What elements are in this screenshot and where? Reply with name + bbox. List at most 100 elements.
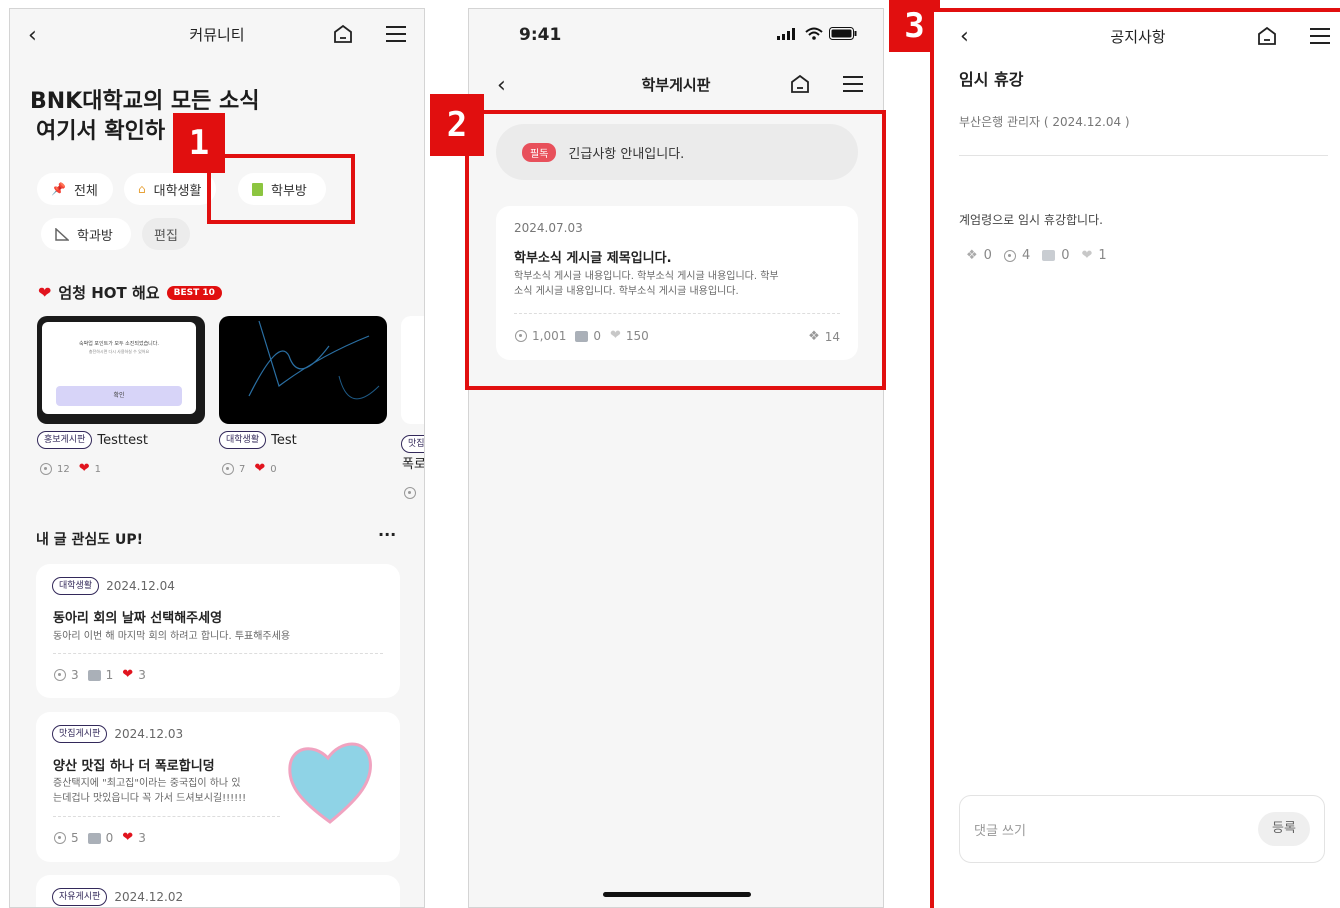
post-meta: 대학생활 2024.12.04: [52, 577, 175, 595]
chip-label: 전체: [73, 183, 98, 199]
like-count: 3: [138, 831, 146, 845]
view-count: 4: [1021, 248, 1031, 263]
post-date: 2024.12.03: [114, 727, 184, 741]
notice-title: 임시 휴강: [959, 70, 1024, 89]
highlight-box-2: [465, 110, 886, 390]
pin-icon: 📌: [51, 182, 66, 196]
signal-icon: [777, 28, 795, 40]
app-header: ‹ 커뮤니티: [10, 9, 424, 59]
headline-line2: 여기서 확인하: [36, 119, 166, 144]
thumb-text: 숙박업 포인트가 모두 소진되었습니다.: [79, 341, 159, 347]
board-tag: 맛집게시판: [52, 725, 108, 743]
like-count: 1: [94, 463, 102, 475]
heart-thumbnail-image: [288, 742, 372, 824]
chip-all[interactable]: 📌 전체: [37, 173, 113, 205]
hot-card-title: Testtest: [97, 432, 148, 448]
board-tag: 자유게시판: [52, 888, 108, 906]
header-title: 커뮤니티: [189, 26, 245, 44]
page-headline: BNK대학교의 모든 소식 여기서 확인하: [30, 87, 259, 147]
chip-edit[interactable]: 편집: [142, 218, 190, 250]
view-count: 5: [71, 831, 79, 845]
hot-card-thumbnail[interactable]: 숙박업 포인트가 모두 소진되었습니다. 충전하시면 다시 사용하실 수 있어요…: [37, 316, 205, 424]
interest-section-title: 내 글 관심도 UP!: [36, 532, 144, 548]
chip-label: 편집: [154, 228, 178, 244]
comment-count: 0: [1061, 248, 1070, 263]
chip-department-room[interactable]: 학과방: [41, 218, 131, 250]
chip-campus-life[interactable]: ⌂ 대학생활: [124, 173, 216, 205]
view-icon: [54, 669, 66, 681]
headline-line1: BNK대학교의 모든 소식: [30, 89, 260, 114]
view-icon: [222, 463, 234, 475]
post-body: 증산택지에 "최고집"이라는 중국집이 하나 있 는데겁나 맛있읍니다 꼭 가서…: [53, 776, 246, 806]
app-header: ‹ 공지사항: [934, 16, 1340, 66]
home-icon[interactable]: [789, 73, 811, 95]
step-badge-2: 2: [430, 94, 484, 156]
hot-title: 엄청 HOT 해요: [58, 284, 160, 302]
board-tag: 대학생활: [219, 431, 267, 449]
comment-icon: [1042, 250, 1056, 261]
divider: [959, 155, 1328, 156]
home-icon[interactable]: [1256, 25, 1278, 47]
hot-card-thumbnail[interactable]: [219, 316, 387, 424]
menu-icon[interactable]: [385, 24, 407, 44]
thumb-dialog: 숙박업 포인트가 모두 소진되었습니다. 충전하시면 다시 사용하실 수 있어요…: [42, 322, 196, 414]
board-tag: 맛집: [401, 435, 424, 453]
view-icon: [1003, 249, 1016, 262]
house-icon: ⌂: [138, 182, 146, 196]
submit-comment-button[interactable]: 등록: [1258, 812, 1310, 846]
hot-card-thumbnail[interactable]: [401, 316, 424, 424]
comment-icon: [87, 669, 101, 681]
post-date: 2024.12.02: [114, 890, 184, 904]
divider: [53, 816, 280, 817]
menu-icon[interactable]: [842, 74, 864, 94]
notice-stats: ❖ 0 4 0 ❤ 1: [966, 248, 1107, 263]
home-icon[interactable]: [332, 23, 354, 45]
hot-card-stats: 7 ❤ 0: [222, 461, 277, 476]
status-icons: [777, 27, 857, 40]
comment-count: 0: [105, 831, 114, 845]
highlight-box-1: [207, 154, 355, 224]
post-stats: 3 1 ❤ 3: [54, 668, 146, 682]
battery-icon: [829, 27, 857, 40]
comment-box: 댓글 쓰기 등록: [959, 795, 1325, 863]
header-title: 학부게시판: [641, 76, 711, 94]
like-icon: ❤: [78, 461, 90, 476]
post-body-line: 는데겁나 맛있읍니다 꼭 가서 드셔보시길!!!!!!: [53, 793, 247, 804]
notice-meta: 부산은행 관리자 ( 2024.12.04 ): [959, 115, 1130, 129]
attachment-count: 0: [983, 248, 992, 263]
more-button[interactable]: ···: [378, 525, 396, 544]
comment-input[interactable]: 댓글 쓰기: [974, 820, 1026, 839]
hot-card-title: Test: [271, 432, 297, 448]
like-icon: ❤: [254, 461, 266, 476]
hot-card-stats: [404, 484, 416, 503]
post-stats: 5 0 ❤ 3: [54, 831, 146, 845]
like-icon: ❤: [122, 830, 134, 845]
like-icon: ❤: [1081, 247, 1093, 263]
post-card[interactable]: 자유게시판 2024.12.02: [36, 875, 400, 907]
menu-icon[interactable]: [1309, 26, 1331, 46]
ruler-icon: [55, 227, 69, 241]
header-title: 공지사항: [1110, 28, 1166, 46]
paperclip-icon: ❖: [966, 248, 978, 263]
hot-card-caption[interactable]: 홍보게시판 Testtest: [37, 431, 148, 449]
post-card[interactable]: 맛집게시판 2024.12.03 양산 맛집 하나 더 폭로합니덩 증산택지에 …: [36, 712, 400, 862]
status-time: 9:41: [519, 25, 562, 45]
post-meta: 맛집게시판 2024.12.03: [52, 725, 183, 743]
post-body: 동아리 이번 해 마지막 회의 하려고 합니다. 투표해주세용: [53, 631, 291, 642]
view-icon: [40, 463, 52, 475]
post-body-line: 증산택지에 "최고집"이라는 중국집이 하나 있: [53, 778, 241, 789]
like-count: 3: [138, 668, 146, 682]
abstract-lines-image: [248, 320, 380, 400]
post-card[interactable]: 대학생활 2024.12.04 동아리 회의 날짜 선택해주세영 동아리 이번 …: [36, 564, 400, 698]
like-icon: ❤: [122, 667, 134, 682]
hot-card-caption[interactable]: 맛집: [401, 431, 424, 453]
post-meta: 자유게시판 2024.12.02: [52, 888, 183, 906]
notice-body: 계엄령으로 임시 휴강합니다.: [959, 213, 1103, 227]
notice-detail-screen: ‹ 공지사항 임시 휴강 부산은행 관리자 ( 2024.12.04 ) 계엄령…: [930, 8, 1340, 908]
like-count: 1: [1098, 248, 1107, 263]
comment-count: 1: [105, 668, 114, 682]
chip-label: 학과방: [77, 228, 113, 244]
view-icon: [54, 832, 66, 844]
hot-card-caption[interactable]: 대학생활 Test: [219, 431, 297, 449]
thumb-subtext: 충전하시면 다시 사용하실 수 있어요: [88, 349, 150, 354]
